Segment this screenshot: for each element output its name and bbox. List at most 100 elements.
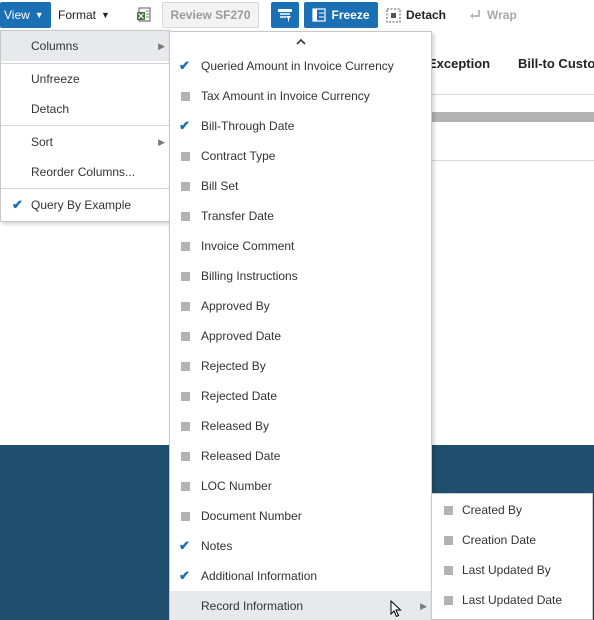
column-header-bill-to-customer[interactable]: Bill-to Custo bbox=[518, 56, 594, 71]
wrap-button[interactable]: Wrap bbox=[468, 2, 517, 28]
record-information-submenu: Created By Creation Date Last Updated By La… bbox=[431, 493, 593, 620]
unchecked-box-icon bbox=[181, 362, 190, 371]
export-excel-icon bbox=[137, 7, 151, 22]
menu-item-query-by-example[interactable]: ✔ Query By Example bbox=[1, 190, 169, 220]
column-toggle-item[interactable]: Transfer Date bbox=[170, 201, 431, 231]
menu-item-label: Columns bbox=[31, 39, 79, 53]
column-toggle-item[interactable]: Record Information ▶ bbox=[170, 591, 431, 620]
unchecked-box-icon bbox=[181, 302, 190, 311]
table-toolbar: View ▼ Format ▼ Review SF270 Freeze Deta… bbox=[0, 0, 594, 31]
menu-separator bbox=[1, 188, 169, 189]
unchecked-box-icon bbox=[444, 536, 453, 545]
checkmark-icon: ✔ bbox=[179, 568, 190, 583]
freeze-button[interactable]: Freeze bbox=[304, 2, 378, 28]
checkmark-icon: ✔ bbox=[179, 58, 190, 73]
column-toggle-item[interactable]: Billing Instructions bbox=[170, 261, 431, 291]
freeze-label: Freeze bbox=[331, 8, 370, 22]
menu-item-sort[interactable]: Sort ▶ bbox=[1, 127, 169, 157]
review-sf270-button[interactable]: Review SF270 bbox=[162, 2, 259, 28]
column-toggle-label: Bill Set bbox=[201, 179, 239, 193]
query-by-example-button[interactable] bbox=[271, 2, 299, 28]
column-toggle-label: Approved Date bbox=[201, 329, 282, 343]
caret-down-icon: ▼ bbox=[101, 10, 110, 20]
record-info-item[interactable]: Last Updated Date bbox=[432, 585, 592, 615]
scroll-up-icon[interactable] bbox=[170, 36, 431, 50]
record-info-item[interactable]: Created By bbox=[432, 495, 592, 525]
menu-item-label: Reorder Columns... bbox=[31, 165, 136, 179]
column-toggle-label: Notes bbox=[201, 539, 233, 553]
caret-down-icon: ▼ bbox=[34, 10, 44, 20]
unchecked-box-icon bbox=[444, 566, 453, 575]
review-sf270-label: Review SF270 bbox=[170, 8, 251, 22]
column-toggle-label: Rejected By bbox=[201, 359, 266, 373]
checkmark-icon: ✔ bbox=[179, 118, 190, 133]
view-label: View bbox=[4, 8, 30, 22]
column-toggle-item[interactable]: Rejected By bbox=[170, 351, 431, 381]
submenu-arrow-icon: ▶ bbox=[158, 136, 165, 147]
format-menu-button[interactable]: Format ▼ bbox=[58, 2, 110, 28]
column-toggle-item[interactable]: Bill Set bbox=[170, 171, 431, 201]
column-toggle-label: Record Information bbox=[201, 599, 304, 613]
unchecked-box-icon bbox=[181, 92, 190, 101]
menu-separator bbox=[1, 125, 169, 126]
column-toggle-label: Released Date bbox=[201, 449, 281, 463]
header-divider bbox=[430, 94, 594, 95]
unchecked-box-icon bbox=[181, 152, 190, 161]
checkmark-icon: ✔ bbox=[179, 538, 190, 553]
column-toggle-item[interactable]: Document Number bbox=[170, 501, 431, 531]
column-toggle-label: Queried Amount in Invoice Currency bbox=[201, 59, 394, 73]
checkmark-icon: ✔ bbox=[12, 197, 23, 212]
column-toggle-item[interactable]: ✔ Bill-Through Date bbox=[170, 111, 431, 141]
view-menu-button[interactable]: View ▼ bbox=[0, 2, 51, 28]
column-header-exception[interactable]: Exception bbox=[428, 56, 490, 71]
unchecked-box-icon bbox=[181, 392, 190, 401]
wrap-label: Wrap bbox=[487, 8, 517, 22]
unchecked-box-icon bbox=[181, 332, 190, 341]
column-toggle-item[interactable]: Tax Amount in Invoice Currency bbox=[170, 81, 431, 111]
column-toggle-item[interactable]: Approved Date bbox=[170, 321, 431, 351]
column-toggle-item[interactable]: Approved By bbox=[170, 291, 431, 321]
column-toggle-label: LOC Number bbox=[201, 479, 272, 493]
column-toggle-label: Additional Information bbox=[201, 569, 318, 583]
column-toggle-item[interactable]: Contract Type bbox=[170, 141, 431, 171]
column-toggle-item[interactable]: ✔ Notes bbox=[170, 531, 431, 561]
record-info-item[interactable]: Creation Date bbox=[432, 525, 592, 555]
header-scrollbar bbox=[430, 112, 594, 122]
record-info-label: Created By bbox=[462, 503, 523, 517]
column-toggle-label: Released By bbox=[201, 419, 270, 433]
menu-item-columns[interactable]: Columns ▶ bbox=[1, 31, 169, 61]
record-info-label: Last Updated By bbox=[462, 563, 551, 577]
columns-submenu: ✔ Queried Amount in Invoice Currency Tax A… bbox=[169, 31, 432, 620]
detach-icon bbox=[386, 8, 401, 22]
column-toggle-item[interactable]: Rejected Date bbox=[170, 381, 431, 411]
column-toggle-label: Rejected Date bbox=[201, 389, 278, 403]
column-toggle-label: Document Number bbox=[201, 509, 302, 523]
submenu-arrow-icon: ▶ bbox=[158, 40, 165, 51]
unchecked-box-icon bbox=[181, 512, 190, 521]
column-toggle-item[interactable]: ✔ Additional Information bbox=[170, 561, 431, 591]
format-label: Format bbox=[58, 8, 97, 22]
menu-item-detach[interactable]: Detach bbox=[1, 94, 169, 124]
menu-item-unfreeze[interactable]: Unfreeze bbox=[1, 64, 169, 94]
export-excel-button[interactable] bbox=[134, 2, 154, 28]
column-toggle-label: Billing Instructions bbox=[201, 269, 298, 283]
query-filter-icon bbox=[278, 9, 292, 22]
detach-button[interactable]: Detach bbox=[386, 2, 446, 28]
menu-item-reorder-columns[interactable]: Reorder Columns... bbox=[1, 157, 169, 187]
column-toggle-item[interactable]: Released Date bbox=[170, 441, 431, 471]
menu-item-label: Sort bbox=[31, 135, 54, 149]
column-toggle-label: Transfer Date bbox=[201, 209, 274, 223]
column-toggle-item[interactable]: Released By bbox=[170, 411, 431, 441]
freeze-icon bbox=[312, 8, 327, 22]
wrap-icon bbox=[470, 10, 480, 19]
unchecked-box-icon bbox=[181, 452, 190, 461]
unchecked-box-icon bbox=[181, 182, 190, 191]
menu-item-label: Query By Example bbox=[31, 198, 132, 212]
column-toggle-item[interactable]: ✔ Queried Amount in Invoice Currency bbox=[170, 51, 431, 81]
record-info-label: Creation Date bbox=[462, 533, 537, 547]
column-toggle-item[interactable]: LOC Number bbox=[170, 471, 431, 501]
column-toggle-label: Bill-Through Date bbox=[201, 119, 295, 133]
column-toggle-item[interactable]: Invoice Comment bbox=[170, 231, 431, 261]
view-dropdown-menu: Columns ▶ Unfreeze Detach Sort ▶ Reorder… bbox=[0, 30, 170, 222]
record-info-item[interactable]: Last Updated By bbox=[432, 555, 592, 585]
